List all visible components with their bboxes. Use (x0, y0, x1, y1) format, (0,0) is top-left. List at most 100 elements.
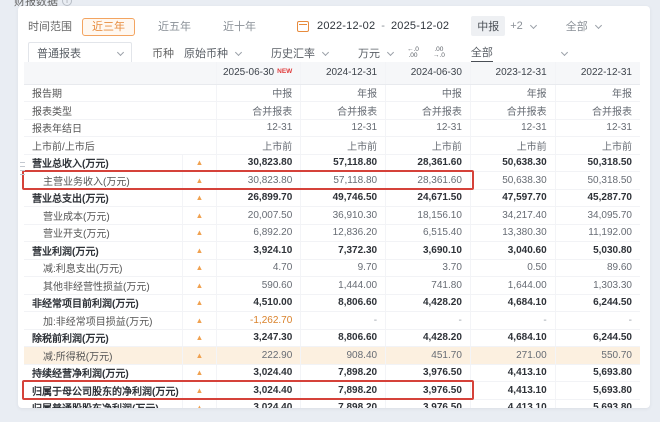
chevron-down-icon (117, 48, 124, 55)
time-range-option-1[interactable]: 近五年 (149, 19, 200, 35)
trend-chart-icon[interactable]: ▲ (195, 230, 203, 238)
data-value-cell: 5,693.80 (555, 382, 640, 400)
table-data-row[interactable]: 主营业务收入(万元)▲30,823.8057,118.8028,361.6050… (24, 172, 640, 190)
chevron-down-icon (387, 48, 394, 55)
table-data-row[interactable]: 营业总收入(万元)▲30,823.8057,118.8028,361.6050,… (24, 154, 640, 172)
report-card: 时间范围 近三年近五年近十年 2022-12-02 - 2025-12-02 中… (18, 6, 650, 408)
header-label-spacer (24, 62, 216, 84)
time-range-option-0[interactable]: 近三年 (82, 18, 135, 36)
meta-value-cell: 合并报表 (555, 102, 640, 120)
data-value-cell: 3,976.50 (386, 364, 471, 382)
table-data-row[interactable]: 加:非经常项目损益(万元)▲-1,262.70---- (24, 312, 640, 330)
meta-value-cell: 合并报表 (301, 102, 386, 120)
time-range-option-2[interactable]: 近十年 (214, 19, 265, 35)
data-value-cell: 3,690.10 (386, 242, 471, 260)
data-value-cell: 28,361.60 (386, 154, 471, 172)
data-value-cell: 18,156.10 (386, 207, 471, 225)
new-badge: NEW (277, 68, 292, 75)
row-label: 上市前/上市后 (24, 137, 216, 155)
table-data-row[interactable]: 持续经营净利润(万元)▲3,024.407,898.203,976.504,41… (24, 364, 640, 382)
table-data-row[interactable]: 除税前利润(万元)▲3,247.308,806.604,428.204,684.… (24, 329, 640, 347)
column-header-date[interactable]: 2023-12-31 (470, 62, 555, 84)
trend-chart-icon[interactable]: ▲ (195, 177, 203, 185)
data-value-cell: 3,976.50 (386, 382, 471, 400)
trend-chart-icon[interactable]: ▲ (195, 247, 203, 255)
trend-chart-icon[interactable]: ▲ (195, 195, 203, 203)
data-value-cell: - (386, 312, 471, 330)
scope-select[interactable]: 全部 (566, 18, 601, 34)
trend-chart-icon[interactable]: ▲ (195, 300, 203, 308)
trend-chart-icon[interactable]: ▲ (195, 405, 203, 408)
table-data-row[interactable]: 营业总支出(万元)▲26,899.7049,746.5024,671.5047,… (24, 189, 640, 207)
table-data-row[interactable]: 其他非经营性损益(万元)▲590.601,444.00741.801,644.0… (24, 277, 640, 295)
data-value-cell: 271.00 (470, 347, 555, 365)
data-value-cell: 8,806.60 (301, 329, 386, 347)
decimal-icon-line: →.0 (433, 53, 445, 59)
trend-chart-icon[interactable]: ▲ (195, 352, 203, 360)
trend-chart-icon[interactable]: ▲ (195, 335, 203, 343)
report-period-extra-count: +2 (510, 20, 523, 32)
trend-chart-icon[interactable]: ▲ (195, 212, 203, 220)
trend-chart-icon[interactable]: ▲ (195, 317, 203, 325)
trend-chart-icon[interactable]: ▲ (195, 265, 203, 273)
data-value-cell: 57,118.80 (301, 154, 386, 172)
date-range-start[interactable]: 2022-12-02 (317, 20, 375, 32)
decrease-decimal-icon[interactable]: ←.0 .00 (407, 47, 419, 59)
toolbar-time-range: 时间范围 近三年近五年近十年 2022-12-02 - 2025-12-02 中… (28, 15, 640, 37)
date-range-end[interactable]: 2025-12-02 (391, 20, 449, 32)
exchange-rate-select-value: 历史汇率 (271, 45, 315, 61)
left-drag-handle-dots (20, 162, 25, 175)
data-value-cell: 4,684.10 (470, 329, 555, 347)
data-value-cell: 550.70 (555, 347, 640, 365)
data-value-cell: 50,318.50 (555, 154, 640, 172)
data-value-cell: 4,413.10 (470, 382, 555, 400)
meta-value-cell: 上市前 (301, 137, 386, 155)
currency-label: 币种 (152, 45, 174, 61)
chevron-down-icon[interactable] (530, 21, 537, 28)
table-data-row[interactable]: 减:所得税(万元)▲222.90908.40451.70271.00550.70 (24, 347, 640, 365)
trend-cell: ▲ (182, 189, 216, 207)
table-data-row[interactable]: 归属普通股股东净利润(万元)▲3,024.407,898.203,976.504… (24, 399, 640, 408)
column-header-date[interactable]: 2022-12-31 (555, 62, 640, 84)
data-value-cell: 4,413.10 (470, 364, 555, 382)
time-range-segmented-control: 近三年近五年近十年 (82, 18, 279, 34)
decimal-icon-line: .00 (408, 53, 417, 59)
report-period-tag[interactable]: 中报 (471, 16, 505, 36)
table-data-row[interactable]: 减:利息支出(万元)▲4.709.703.700.5089.60 (24, 259, 640, 277)
trend-cell: ▲ (182, 207, 216, 225)
table-data-row[interactable]: 非经常项目前利润(万元)▲4,510.008,806.604,428.204,6… (24, 294, 640, 312)
trend-chart-icon[interactable]: ▲ (195, 282, 203, 290)
data-value-cell: 7,372.30 (301, 242, 386, 260)
unit-select[interactable]: 万元 (358, 45, 393, 61)
increase-decimal-icon[interactable]: .00 →.0 (433, 47, 445, 59)
data-value-cell: 741.80 (386, 277, 471, 295)
meta-value-cell: 中报 (216, 84, 301, 102)
field-filter-select[interactable]: 全部 (471, 44, 567, 62)
data-value-cell: 4,428.20 (386, 294, 471, 312)
trend-chart-icon[interactable]: ▲ (195, 370, 203, 378)
data-value-cell: 6,244.50 (555, 294, 640, 312)
meta-value-cell: 12-31 (470, 119, 555, 137)
table-data-row[interactable]: 营业成本(万元)▲20,007.5036,910.3018,156.1034,2… (24, 207, 640, 225)
data-value-cell: 24,671.50 (386, 189, 471, 207)
trend-cell: ▲ (182, 224, 216, 242)
table-meta-row: 报表类型合并报表合并报表合并报表合并报表合并报表 (24, 102, 640, 120)
trend-chart-icon[interactable]: ▲ (195, 387, 203, 395)
meta-value-cell: 合并报表 (470, 102, 555, 120)
column-header-date[interactable]: 2024-06-30 (386, 62, 471, 84)
calendar-icon[interactable] (297, 21, 309, 32)
column-header-date[interactable]: 2025-06-30NEW (216, 62, 301, 84)
chevron-down-icon (235, 48, 242, 55)
data-value-cell: 45,287.70 (555, 189, 640, 207)
trend-chart-icon[interactable]: ▲ (195, 160, 203, 168)
column-header-date[interactable]: 2024-12-31 (301, 62, 386, 84)
table-data-row[interactable]: 营业利润(万元)▲3,924.107,372.303,690.103,040.6… (24, 242, 640, 260)
table-data-row[interactable]: 营业开支(万元)▲6,892.2012,836.206,515.4013,380… (24, 224, 640, 242)
data-value-cell: 6,515.40 (386, 224, 471, 242)
table-data-row[interactable]: 归属于母公司股东的净利润(万元)▲3,024.407,898.203,976.5… (24, 382, 640, 400)
exchange-rate-select[interactable]: 历史汇率 (271, 45, 328, 61)
report-view-select[interactable]: 普通报表 (28, 42, 132, 64)
currency-select[interactable]: 原始币种 (184, 45, 241, 61)
scope-select-value: 全部 (566, 18, 588, 34)
trend-cell: ▲ (182, 399, 216, 408)
